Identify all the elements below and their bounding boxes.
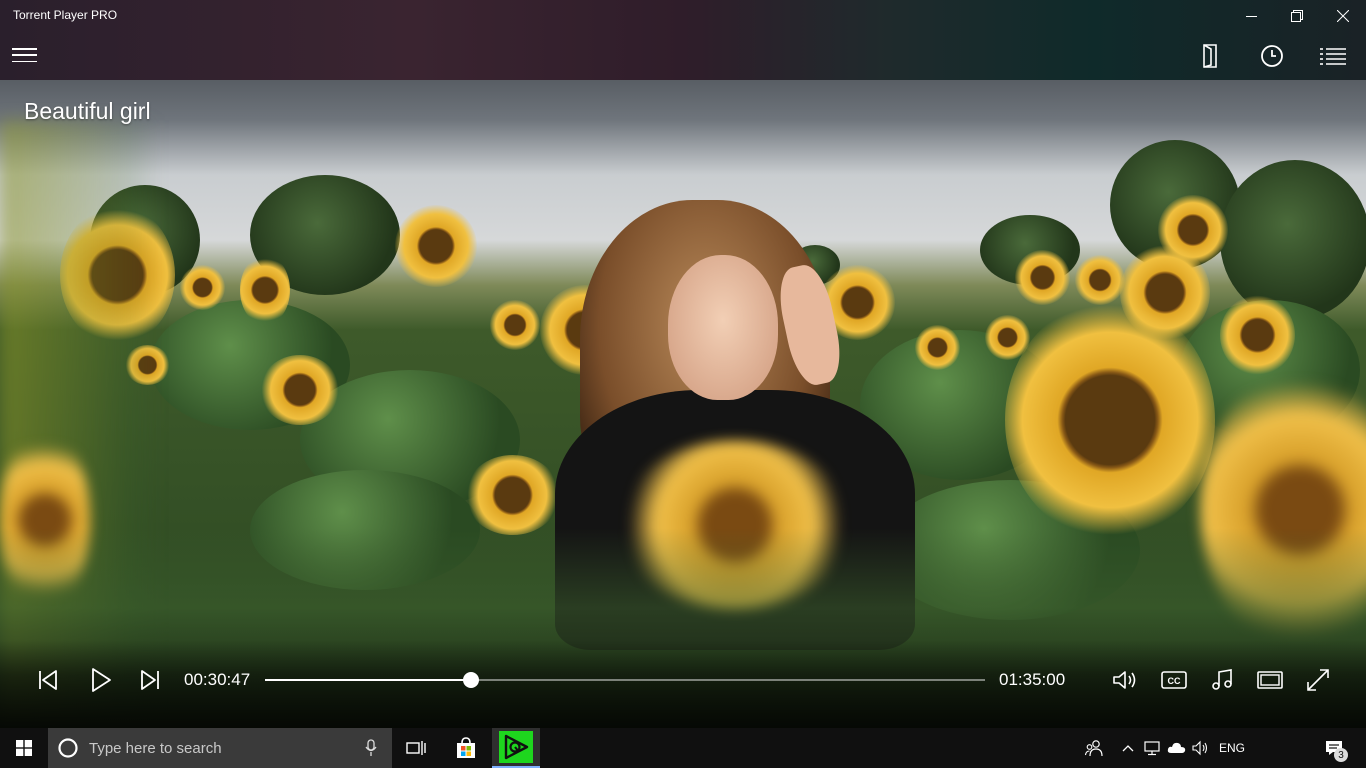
people-button[interactable]	[1084, 738, 1104, 758]
onedrive-cloud-icon	[1167, 742, 1186, 753]
playlist-button[interactable]	[1319, 42, 1347, 70]
cortana-icon	[58, 738, 78, 758]
volume-tray-button[interactable]	[1192, 738, 1210, 758]
restore-icon	[1291, 10, 1303, 22]
task-view-button[interactable]	[392, 728, 440, 768]
input-language[interactable]: ENG	[1219, 741, 1245, 755]
playlist-icon	[1320, 48, 1346, 65]
current-time: 00:30:47	[184, 670, 251, 689]
fullscreen-button[interactable]	[1305, 667, 1331, 693]
cc-label: CC	[1168, 676, 1181, 686]
minimize-icon	[1245, 15, 1257, 17]
show-hidden-icons-button[interactable]	[1121, 738, 1135, 758]
audio-track-button[interactable]	[1209, 667, 1235, 693]
store-button[interactable]	[442, 728, 490, 768]
windows-logo-icon	[16, 740, 32, 756]
scene-sunflower	[1220, 295, 1295, 375]
aspect-ratio-button[interactable]	[1256, 668, 1284, 692]
chevron-up-icon	[1122, 745, 1134, 752]
scene-tree	[1220, 160, 1366, 320]
restore-button[interactable]	[1274, 0, 1320, 32]
seek-progress	[265, 679, 471, 681]
notification-count-badge: 3	[1334, 748, 1348, 762]
close-icon	[1337, 10, 1349, 22]
taskbar-search-box[interactable]: Type here to search	[48, 728, 392, 768]
previous-button[interactable]	[36, 668, 60, 692]
scene-sunflower	[260, 355, 340, 425]
torrent-player-icon	[499, 731, 533, 763]
seek-thumb[interactable]	[462, 672, 479, 688]
open-file-button[interactable]	[1197, 42, 1225, 70]
onedrive-button[interactable]	[1167, 738, 1187, 758]
start-button[interactable]	[0, 728, 48, 768]
scene-sunflower	[1015, 250, 1070, 305]
aspect-ratio-icon	[1257, 671, 1283, 689]
closed-captions-button[interactable]: CC	[1160, 669, 1188, 691]
scene-sunflower	[490, 300, 540, 350]
task-view-icon	[406, 741, 426, 755]
history-clock-icon	[1261, 45, 1283, 67]
microphone-icon[interactable]	[365, 739, 377, 757]
play-icon	[92, 668, 111, 692]
next-icon	[141, 670, 159, 690]
audio-track-icon	[1212, 669, 1232, 690]
scene-sunflower	[1075, 255, 1125, 305]
taskbar: Type here to search ENG	[0, 728, 1366, 768]
scene-sunflower	[240, 255, 290, 325]
closed-captions-icon: CC	[1161, 671, 1187, 689]
scene-sunflower	[465, 455, 560, 535]
scene-sunflower	[180, 265, 225, 310]
network-button[interactable]	[1144, 738, 1162, 758]
app-title: Torrent Player PRO	[13, 8, 118, 22]
video-title: Beautiful girl	[24, 98, 151, 124]
total-time: 01:35:00	[999, 670, 1066, 689]
scene-sunflower	[915, 325, 960, 370]
open-file-icon	[1203, 44, 1217, 68]
search-placeholder: Type here to search	[89, 739, 222, 757]
minimize-button[interactable]	[1228, 0, 1274, 32]
volume-icon	[1113, 671, 1136, 689]
people-icon	[1085, 740, 1103, 757]
speaker-icon	[1192, 740, 1208, 756]
torrent-player-taskbar-button[interactable]	[492, 728, 540, 768]
hamburger-menu-icon[interactable]	[12, 48, 37, 62]
title-bar: Torrent Player PRO	[0, 0, 1366, 80]
volume-button[interactable]	[1112, 667, 1140, 693]
play-button[interactable]	[88, 666, 114, 694]
store-icon	[457, 737, 475, 758]
scene-sunflower	[1005, 300, 1215, 540]
close-button[interactable]	[1320, 0, 1366, 32]
scene-girl-face	[668, 255, 778, 400]
fullscreen-icon	[1307, 669, 1329, 691]
video-surface[interactable]	[0, 0, 1366, 728]
previous-icon	[39, 670, 57, 690]
scene-sunflower	[395, 205, 477, 287]
history-button[interactable]	[1258, 42, 1286, 70]
next-button[interactable]	[138, 668, 162, 692]
network-icon	[1144, 741, 1160, 756]
seek-bar[interactable]	[265, 672, 985, 688]
